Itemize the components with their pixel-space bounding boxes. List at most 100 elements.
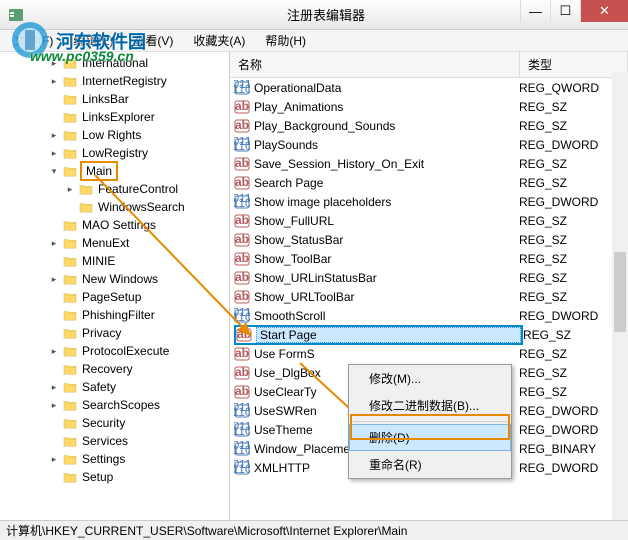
expander-icon[interactable] xyxy=(64,201,76,213)
expander-icon[interactable] xyxy=(48,363,60,375)
context-delete[interactable]: 删除(D) xyxy=(349,424,511,451)
menu-help[interactable]: 帮助(H) xyxy=(255,30,316,51)
list-row[interactable]: 011110OperationalDataREG_QWORD xyxy=(230,78,628,97)
tree-label: Main xyxy=(80,161,118,181)
list-row[interactable]: 011110Show image placeholdersREG_DWORD xyxy=(230,192,628,211)
tree-item-setup[interactable]: Setup xyxy=(0,468,229,486)
expander-icon[interactable]: ▸ xyxy=(48,273,60,285)
svg-text:110: 110 xyxy=(234,82,250,96)
tree-item-low-rights[interactable]: ▸Low Rights xyxy=(0,126,229,144)
tree-item-lowregistry[interactable]: ▸LowRegistry xyxy=(0,144,229,162)
expander-icon[interactable]: ▸ xyxy=(48,345,60,357)
value-name: Show_URLinStatusBar xyxy=(254,271,519,285)
expander-icon[interactable]: ▸ xyxy=(48,453,60,465)
list-header: 名称 类型 xyxy=(230,52,628,78)
list-row[interactable]: abSave_Session_History_On_ExitREG_SZ xyxy=(230,154,628,173)
expander-icon[interactable] xyxy=(48,309,60,321)
tree-item-new-windows[interactable]: ▸New Windows xyxy=(0,270,229,288)
tree-item-protocolexecute[interactable]: ▸ProtocolExecute xyxy=(0,342,229,360)
value-type: REG_SZ xyxy=(519,271,567,285)
expander-icon[interactable] xyxy=(48,111,60,123)
list-row[interactable]: abPlay_Background_SoundsREG_SZ xyxy=(230,116,628,135)
value-type: REG_SZ xyxy=(519,252,567,266)
expander-icon[interactable]: ▸ xyxy=(48,399,60,411)
svg-text:110: 110 xyxy=(234,443,250,457)
list-row[interactable]: abUse FormSREG_SZ xyxy=(230,344,628,363)
statusbar-path: 计算机\HKEY_CURRENT_USER\Software\Microsoft… xyxy=(6,522,407,539)
tree-item-phishingfilter[interactable]: PhishingFilter xyxy=(0,306,229,324)
tree-label: Security xyxy=(80,416,127,430)
expander-icon[interactable]: ▸ xyxy=(48,129,60,141)
close-button[interactable]: ✕ xyxy=(580,0,628,22)
value-type: REG_SZ xyxy=(519,366,567,380)
list-scrollbar[interactable] xyxy=(612,72,628,520)
expander-icon[interactable] xyxy=(48,417,60,429)
expander-icon[interactable] xyxy=(48,291,60,303)
tree-label: Services xyxy=(80,434,130,448)
tree-item-pagesetup[interactable]: PageSetup xyxy=(0,288,229,306)
tree-item-privacy[interactable]: Privacy xyxy=(0,324,229,342)
context-rename[interactable]: 重命名(R) xyxy=(349,451,511,478)
expander-icon[interactable]: ▸ xyxy=(48,147,60,159)
expander-icon[interactable] xyxy=(48,93,60,105)
tree-label: Recovery xyxy=(80,362,135,376)
tree-item-minie[interactable]: MINIE xyxy=(0,252,229,270)
value-type: REG_DWORD xyxy=(519,423,598,437)
tree-item-services[interactable]: Services xyxy=(0,432,229,450)
expander-icon[interactable]: ▸ xyxy=(48,57,60,69)
tree-label: WindowsSearch xyxy=(96,200,187,214)
tree-item-mao-settings[interactable]: MAO Settings xyxy=(0,216,229,234)
expander-icon[interactable]: ▾ xyxy=(48,165,60,177)
svg-text:ab: ab xyxy=(235,270,249,284)
tree-item-main[interactable]: ▾ Main xyxy=(0,162,229,180)
expander-icon[interactable] xyxy=(48,255,60,267)
list-row[interactable]: abShow_URLToolBarREG_SZ xyxy=(230,287,628,306)
tree-item-international[interactable]: ▸International xyxy=(0,54,229,72)
tree-item-menuext[interactable]: ▸MenuExt xyxy=(0,234,229,252)
list-row[interactable]: abPlay_AnimationsREG_SZ xyxy=(230,97,628,116)
svg-text:110: 110 xyxy=(234,405,250,419)
expander-icon[interactable] xyxy=(48,471,60,483)
tree-item-linksbar[interactable]: LinksBar xyxy=(0,90,229,108)
list-row[interactable]: abSearch PageREG_SZ xyxy=(230,173,628,192)
value-type: REG_DWORD xyxy=(519,461,598,475)
value-name: SmoothScroll xyxy=(254,309,519,323)
tree-item-recovery[interactable]: Recovery xyxy=(0,360,229,378)
context-modify-binary[interactable]: 修改二进制数据(B)... xyxy=(349,392,511,419)
svg-text:ab: ab xyxy=(235,118,249,132)
expander-icon[interactable]: ▸ xyxy=(48,381,60,393)
tree-panel[interactable]: ▸International▸InternetRegistryLinksBarL… xyxy=(0,52,230,520)
tree-item-searchscopes[interactable]: ▸SearchScopes xyxy=(0,396,229,414)
value-name: Show_ToolBar xyxy=(254,252,519,266)
expander-icon[interactable]: ▸ xyxy=(48,237,60,249)
maximize-button[interactable]: ☐ xyxy=(550,0,580,22)
menu-file[interactable]: 文件(F) xyxy=(4,30,63,51)
list-row[interactable]: abStart PageREG_SZ xyxy=(230,325,628,344)
list-row[interactable]: abShow_ToolBarREG_SZ xyxy=(230,249,628,268)
list-row[interactable]: abShow_StatusBarREG_SZ xyxy=(230,230,628,249)
tree-item-security[interactable]: Security xyxy=(0,414,229,432)
expander-icon[interactable] xyxy=(48,219,60,231)
tree-item-internetregistry[interactable]: ▸InternetRegistry xyxy=(0,72,229,90)
value-type: REG_SZ xyxy=(519,347,567,361)
expander-icon[interactable] xyxy=(48,435,60,447)
tree-item-windowssearch[interactable]: WindowsSearch xyxy=(0,198,229,216)
tree-item-safety[interactable]: ▸Safety xyxy=(0,378,229,396)
minimize-button[interactable]: — xyxy=(520,0,550,22)
list-row[interactable]: ab Show_URLinStatusBarREG_SZ xyxy=(230,268,628,287)
tree-item-settings[interactable]: ▸Settings xyxy=(0,450,229,468)
list-row[interactable]: abShow_FullURLREG_SZ xyxy=(230,211,628,230)
column-name[interactable]: 名称 xyxy=(230,52,520,77)
list-row[interactable]: 011110PlaySoundsREG_DWORD xyxy=(230,135,628,154)
context-modify[interactable]: 修改(M)... xyxy=(349,365,511,392)
value-name: PlaySounds xyxy=(254,138,519,152)
value-name: Play_Background_Sounds xyxy=(254,119,519,133)
expander-icon[interactable]: ▸ xyxy=(48,75,60,87)
expander-icon[interactable] xyxy=(48,327,60,339)
tree-item-featurecontrol[interactable]: ▸FeatureControl xyxy=(0,180,229,198)
expander-icon[interactable]: ▸ xyxy=(64,183,76,195)
svg-text:110: 110 xyxy=(234,310,250,324)
menu-favorites[interactable]: 收藏夹(A) xyxy=(183,30,255,51)
tree-item-linksexplorer[interactable]: LinksExplorer xyxy=(0,108,229,126)
list-row[interactable]: 011110SmoothScrollREG_DWORD xyxy=(230,306,628,325)
